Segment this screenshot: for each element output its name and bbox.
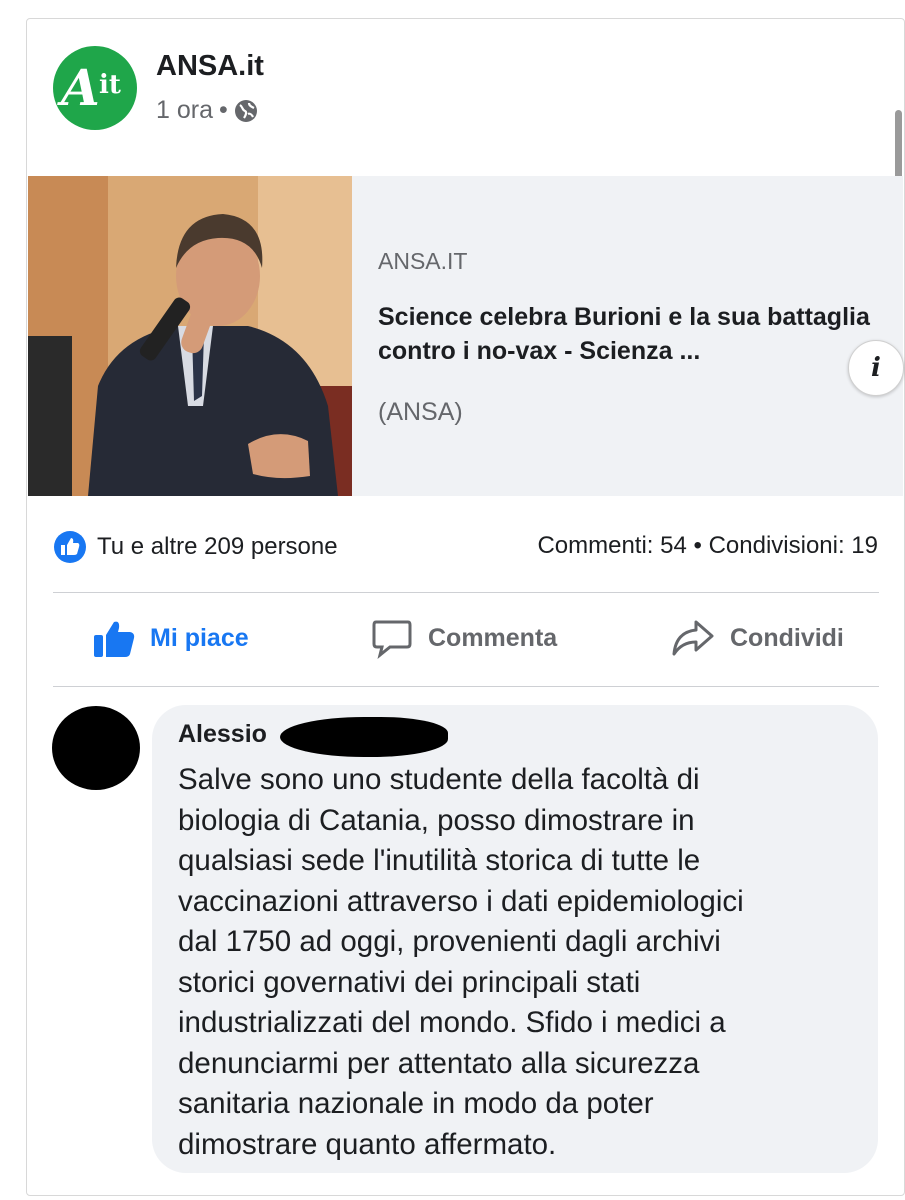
globe-icon: [234, 99, 257, 122]
comment-label: Commenta: [428, 623, 558, 652]
redaction-mark: [280, 717, 448, 757]
post-meta: 1 ora •: [156, 96, 258, 125]
comment-button[interactable]: Commenta: [370, 610, 557, 666]
divider: [53, 592, 879, 593]
article-photo: [28, 176, 352, 496]
reactions-summary[interactable]: Tu e altre 209 persone: [53, 530, 338, 564]
commenter-avatar[interactable]: [52, 706, 140, 790]
page-name[interactable]: ANSA.it: [156, 50, 264, 83]
divider: [53, 686, 879, 687]
comments-shares-count[interactable]: Commenti: 54 • Condivisioni: 19: [537, 532, 878, 560]
comment-icon: [372, 620, 412, 659]
page-avatar[interactable]: A it: [53, 46, 137, 130]
comment-text: Salve sono uno studente della facoltà di…: [178, 763, 744, 1161]
like-label: Mi piace: [150, 623, 249, 652]
like-reaction-icon: [54, 531, 86, 563]
avatar-letter: A: [61, 58, 100, 117]
reactions-text: Tu e altre 209 persone: [97, 533, 338, 560]
thumbs-up-icon: [94, 621, 135, 657]
link-description: (ANSA): [378, 398, 463, 426]
like-button[interactable]: Mi piace: [92, 610, 249, 666]
meta-separator: •: [218, 96, 228, 124]
share-icon: [672, 620, 714, 656]
comment-author[interactable]: Alessio: [178, 720, 267, 749]
post-time[interactable]: 1 ora: [156, 96, 213, 125]
link-domain: ANSA.IT: [378, 248, 468, 274]
share-label: Condividi: [730, 623, 844, 652]
avatar-suffix: it: [99, 70, 121, 100]
link-headline[interactable]: Science celebra Burioni e la sua battagl…: [378, 300, 878, 368]
share-button[interactable]: Condividi: [670, 610, 844, 666]
